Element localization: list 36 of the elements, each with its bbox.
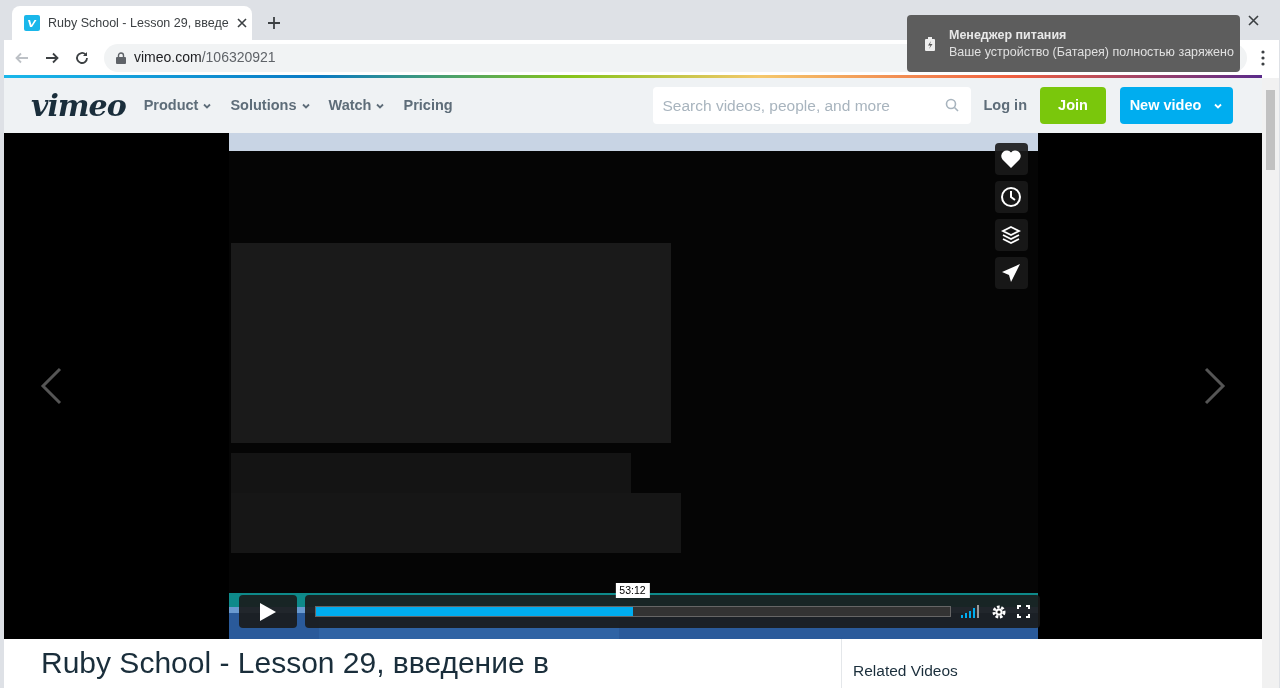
tab-title: Ruby School - Lesson 29, введе	[48, 14, 229, 32]
notification-message: Ваше устройство (Батарея) полностью заряжено	[949, 43, 1234, 61]
like-button[interactable]	[994, 143, 1028, 175]
layers-icon	[1000, 224, 1022, 246]
browser-tab[interactable]: Ruby School - Lesson 29, введе	[12, 6, 252, 40]
close-icon[interactable]	[236, 18, 247, 28]
vimeo-logo[interactable]: vimeo	[31, 90, 126, 121]
reload-icon[interactable]	[74, 49, 90, 66]
paper-plane-icon	[1000, 262, 1022, 284]
volume-icon[interactable]	[960, 605, 981, 618]
play-button[interactable]	[238, 595, 297, 628]
menu-icon[interactable]	[1261, 49, 1265, 66]
lock-icon	[116, 51, 126, 64]
clock-icon	[1000, 186, 1022, 208]
vimeo-favicon-icon	[24, 15, 40, 31]
section-heading: Related Videos	[853, 661, 958, 681]
nav-link[interactable]: Product	[143, 94, 213, 117]
fullscreen-icon[interactable]	[1016, 605, 1030, 618]
video-title: Ruby School - Lesson 29, введение в	[41, 645, 550, 681]
nav-link[interactable]: Solutions	[230, 94, 311, 117]
url-text: vimeo.com/106320921	[134, 48, 276, 67]
battery-icon	[925, 36, 935, 51]
time-tooltip: 53:12	[615, 583, 650, 598]
heart-icon	[1000, 149, 1022, 169]
notification-title: Менеджер питания	[949, 26, 1068, 44]
nav-link[interactable]: Pricing	[403, 94, 453, 117]
share-button[interactable]	[994, 257, 1028, 289]
new-video-button[interactable]: New video	[1120, 87, 1233, 124]
settings-icon[interactable]	[990, 603, 1007, 620]
collections-button[interactable]	[994, 219, 1028, 251]
nav-link[interactable]: Watch	[328, 94, 386, 117]
play-icon	[258, 601, 277, 622]
scrollbar[interactable]	[1262, 78, 1279, 688]
watch-later-button[interactable]	[994, 181, 1028, 213]
login-link[interactable]: Log in	[983, 94, 1027, 117]
search-field[interactable]: Search videos, people, and more	[652, 87, 971, 124]
